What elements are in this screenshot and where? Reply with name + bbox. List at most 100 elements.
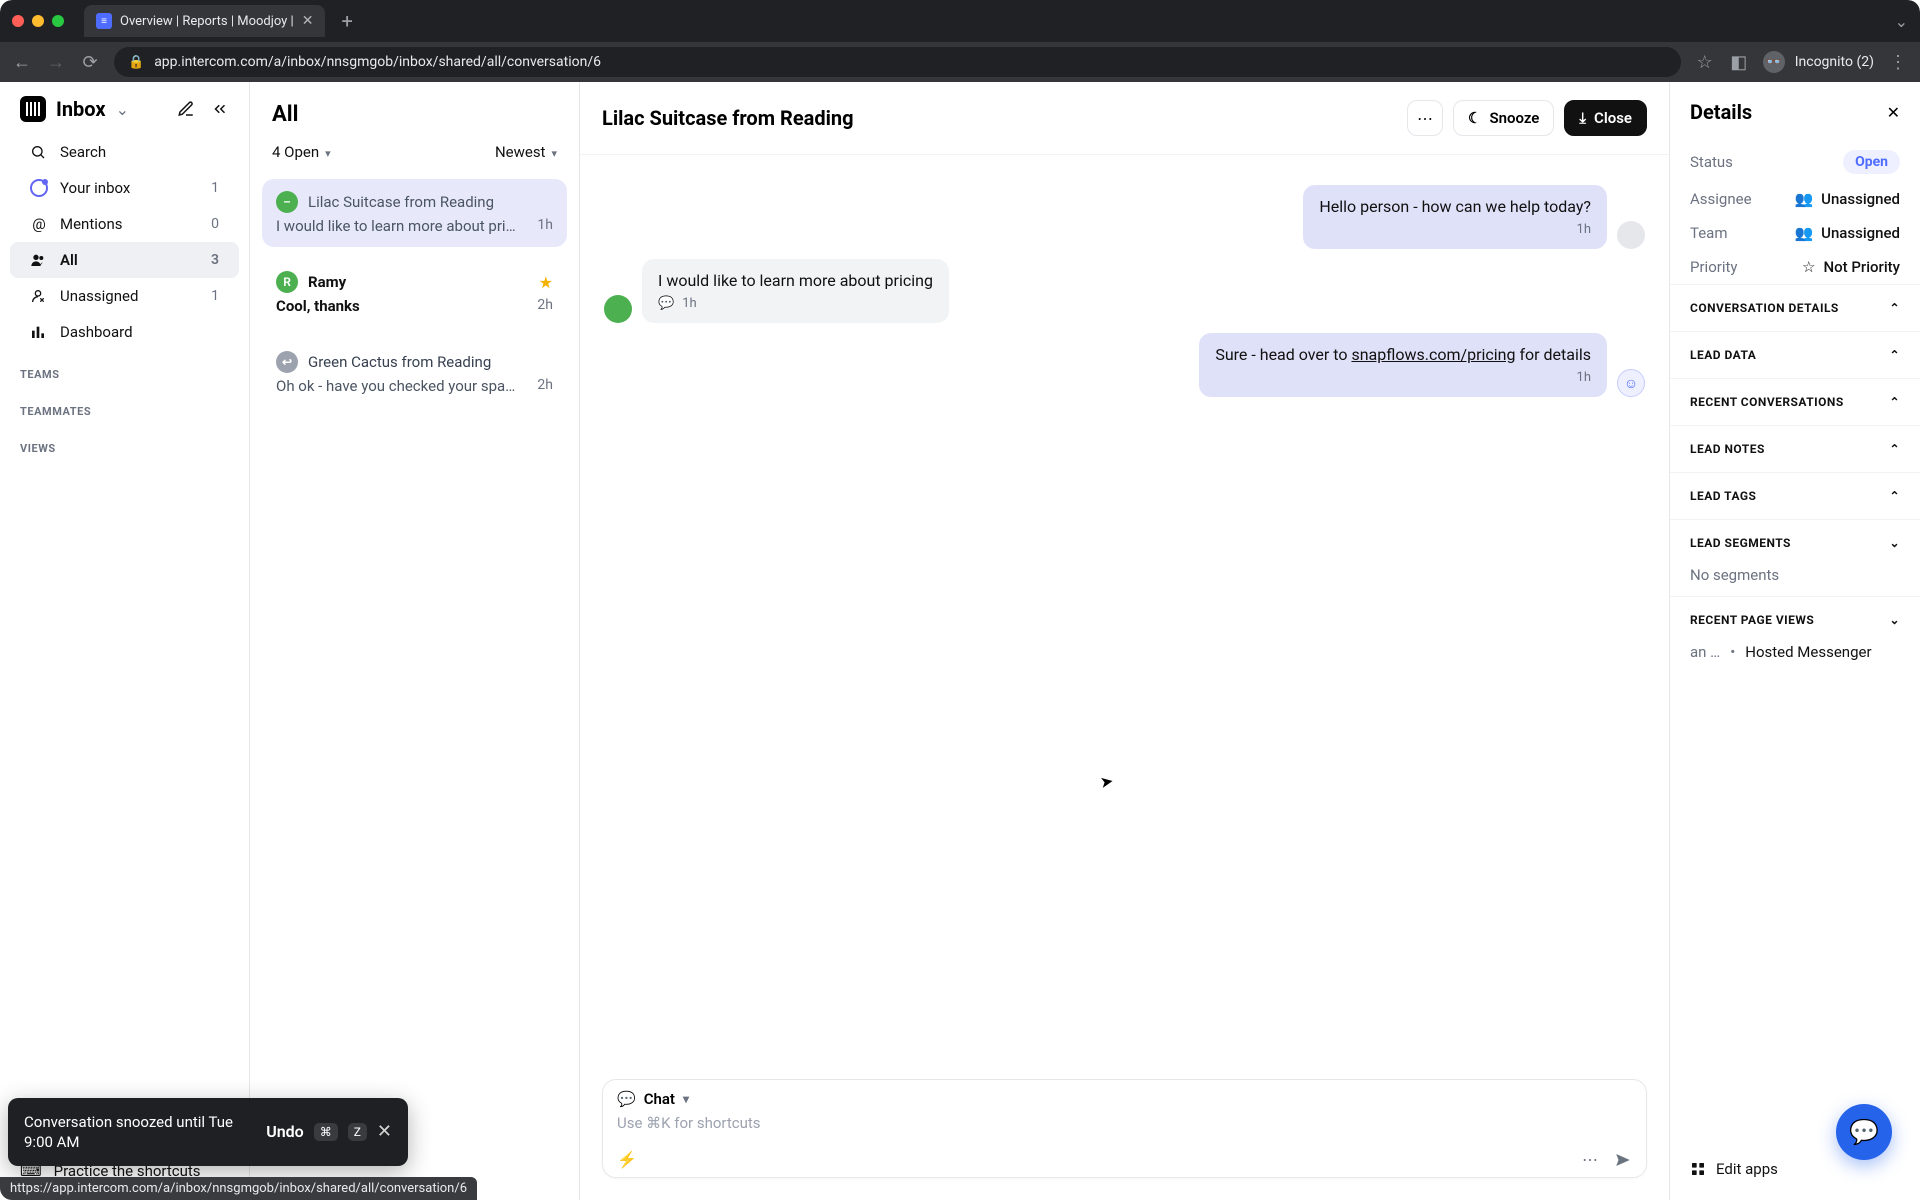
sidebar-item-count: 1	[211, 288, 219, 304]
reply-icon: ↩	[276, 351, 298, 373]
chevron-down-icon[interactable]: ▾	[683, 1092, 689, 1106]
chevron-down-icon: ▾	[325, 147, 331, 160]
composer-mode[interactable]: Chat	[644, 1090, 675, 1108]
pricing-link[interactable]: snapflows.com/pricing	[1351, 345, 1515, 364]
app-logo-icon[interactable]	[20, 96, 46, 122]
reload-icon[interactable]: ⟳	[80, 52, 100, 73]
more-actions-button[interactable]: ⋯	[1407, 100, 1443, 136]
section-conversation-details[interactable]: CONVERSATION DETAILS⌃	[1670, 284, 1920, 331]
message-text: I would like to learn more about pricing	[658, 271, 933, 290]
inbox-dropdown-icon[interactable]: ⌄	[116, 100, 129, 119]
chevron-up-icon: ⌃	[1889, 489, 1900, 503]
forward-icon[interactable]: →	[46, 52, 66, 73]
avatar-icon: R	[276, 271, 298, 293]
browser-tab[interactable]: ≡ Overview | Reports | Moodjoy | ✕	[84, 5, 325, 37]
toast-close-icon[interactable]: ✕	[377, 1121, 392, 1142]
apps-icon	[1690, 1161, 1706, 1177]
conversation-item[interactable]: ↩ Green Cactus from Reading Oh ok - have…	[262, 339, 567, 407]
undo-button[interactable]: Undo	[266, 1122, 304, 1141]
sidebar-item-count: 3	[211, 252, 219, 268]
tab-title: Overview | Reports | Moodjoy |	[120, 14, 294, 29]
conversation-title: Lilac Suitcase from Reading	[602, 106, 854, 130]
section-recent-conversations[interactable]: RECENT CONVERSATIONS⌃	[1670, 378, 1920, 425]
close-details-icon[interactable]: ✕	[1887, 103, 1900, 122]
sidebar-item-label: Mentions	[60, 215, 122, 233]
close-button[interactable]: ⤓ Close	[1564, 100, 1647, 136]
unassigned-icon	[30, 288, 48, 304]
lightning-icon[interactable]: ⚡	[617, 1150, 637, 1169]
ellipsis-icon: ⋯	[1417, 109, 1433, 128]
conversation-name: Lilac Suitcase from Reading	[308, 193, 494, 211]
new-tab-icon[interactable]: +	[333, 9, 360, 33]
sidebar-item-count: 0	[211, 216, 219, 232]
section-recent-page-views[interactable]: RECENT PAGE VIEWS⌄	[1670, 596, 1920, 643]
conversation-panel: Lilac Suitcase from Reading ⋯ ☾ Snooze ⤓…	[580, 82, 1670, 1200]
composer-input[interactable]: Use ⌘K for shortcuts	[617, 1114, 1632, 1140]
maximize-window-icon[interactable]	[52, 15, 64, 27]
messenger-fab[interactable]: 💬	[1836, 1104, 1892, 1160]
chat-source-icon: 💬	[658, 296, 674, 311]
chevron-down-icon: ▾	[551, 147, 557, 160]
snooze-button[interactable]: ☾ Snooze	[1453, 100, 1554, 136]
sidebar-title: Inbox	[56, 97, 106, 121]
close-label: Close	[1594, 109, 1632, 127]
priority-value[interactable]: ☆Not Priority	[1802, 258, 1900, 276]
snooze-toast: Conversation snoozed until Tue 9:00 AM U…	[8, 1098, 408, 1167]
star-outline-icon: ☆	[1802, 258, 1815, 276]
collapse-sidebar-icon[interactable]	[211, 100, 229, 118]
status-badge[interactable]: Open	[1843, 150, 1900, 174]
people-icon: 👥	[1794, 190, 1813, 208]
messenger-icon: 💬	[1849, 1118, 1879, 1146]
conversation-time: 2h	[537, 377, 553, 395]
search-label: Search	[60, 143, 106, 161]
incognito-icon: 👓	[1763, 51, 1785, 73]
conversation-item[interactable]: R Ramy ★ Cool, thanks 2h	[262, 259, 567, 327]
tabs-overflow-icon[interactable]: ⌄	[1895, 12, 1908, 31]
search-icon	[30, 144, 48, 160]
send-icon[interactable]	[1614, 1151, 1632, 1169]
section-lead-notes[interactable]: LEAD NOTES⌃	[1670, 425, 1920, 472]
conversation-time: 2h	[537, 297, 553, 315]
sidebar-item-your-inbox[interactable]: Your inbox 1	[10, 170, 239, 206]
composer-more-icon[interactable]: ⋯	[1582, 1150, 1598, 1169]
browser-menu-icon[interactable]: ⋮	[1888, 52, 1908, 73]
section-lead-data[interactable]: LEAD DATA⌃	[1670, 331, 1920, 378]
sidebar-item-dashboard[interactable]: Dashboard	[10, 314, 239, 350]
sidebar-section-views[interactable]: VIEWS	[0, 424, 249, 461]
chevron-down-icon: ⌄	[1889, 613, 1900, 627]
chevron-up-icon: ⌃	[1889, 395, 1900, 409]
close-window-icon[interactable]	[12, 15, 24, 27]
minimize-window-icon[interactable]	[32, 15, 44, 27]
sidebar-section-teammates[interactable]: TEAMMATES	[0, 387, 249, 424]
details-panel: Details ✕ StatusOpen Assignee👥Unassigned…	[1670, 82, 1920, 1200]
conversation-name: Ramy	[308, 273, 346, 291]
tab-close-icon[interactable]: ✕	[302, 13, 314, 29]
url-field[interactable]: 🔒 app.intercom.com/a/inbox/nnsgmgob/inbo…	[114, 47, 1681, 77]
extensions-icon[interactable]: ◧	[1729, 52, 1749, 73]
browser-tabbar: ≡ Overview | Reports | Moodjoy | ✕ + ⌄	[0, 0, 1920, 42]
archive-icon: ⤓	[1579, 109, 1586, 127]
bookmark-icon[interactable]: ☆	[1695, 52, 1715, 73]
team-value[interactable]: 👥Unassigned	[1794, 224, 1900, 242]
section-lead-segments[interactable]: LEAD SEGMENTS⌄	[1670, 519, 1920, 566]
page-view-value: Hosted Messenger	[1745, 643, 1871, 661]
page-view-time: an …	[1690, 643, 1720, 661]
sort-filter[interactable]: Newest▾	[495, 143, 557, 161]
sidebar-item-label: Dashboard	[60, 323, 133, 341]
sidebar-item-all[interactable]: All 3	[10, 242, 239, 278]
compose-icon[interactable]	[177, 100, 195, 118]
sidebar-item-mentions[interactable]: @ Mentions 0	[10, 206, 239, 242]
tab-favicon-icon: ≡	[96, 13, 112, 29]
back-icon[interactable]: ←	[12, 52, 32, 73]
composer[interactable]: 💬 Chat ▾ Use ⌘K for shortcuts ⚡ ⋯	[602, 1079, 1647, 1178]
window-controls	[12, 15, 64, 27]
sidebar-search[interactable]: Search	[10, 134, 239, 170]
message-agent: Sure - head over to snapflows.com/pricin…	[1199, 333, 1607, 397]
agent-avatar-icon	[1617, 221, 1645, 249]
sidebar-section-teams[interactable]: TEAMS	[0, 350, 249, 387]
conversation-item[interactable]: – Lilac Suitcase from Reading I would li…	[262, 179, 567, 247]
open-filter[interactable]: 4 Open▾	[272, 143, 331, 161]
assignee-value[interactable]: 👥Unassigned	[1794, 190, 1900, 208]
sidebar-item-unassigned[interactable]: Unassigned 1	[10, 278, 239, 314]
section-lead-tags[interactable]: LEAD TAGS⌃	[1670, 472, 1920, 519]
